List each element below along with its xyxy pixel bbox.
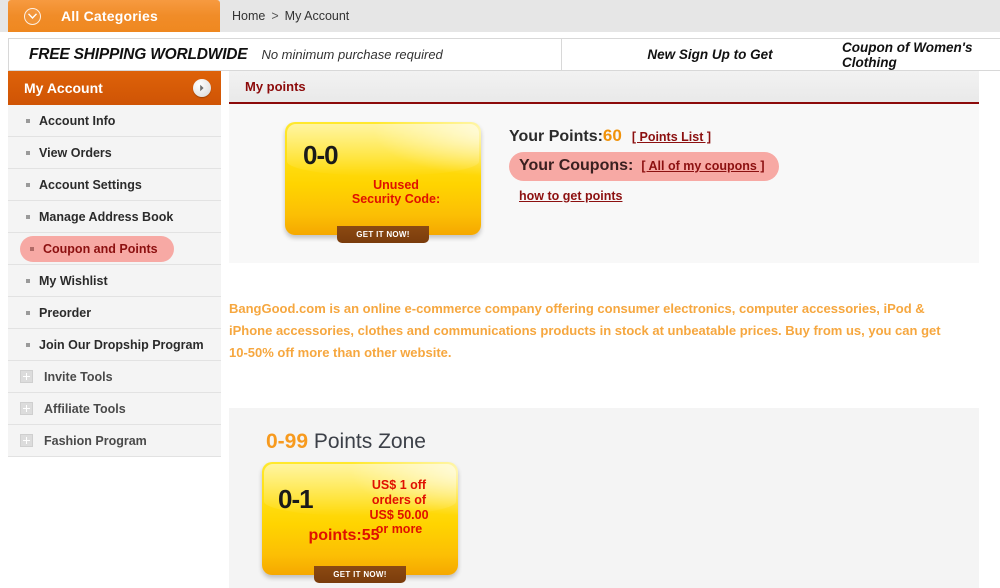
plus-expand-icon[interactable] — [20, 370, 33, 383]
sidebar-item-label: Account Settings — [39, 177, 142, 192]
breadcrumb-current: My Account — [284, 9, 350, 23]
sidebar-item-label: View Orders — [39, 145, 112, 160]
sidebar-item-preorder[interactable]: Preorder — [8, 297, 221, 329]
page-title: My points — [229, 71, 979, 104]
how-to-get-points-link[interactable]: how to get points — [519, 189, 622, 203]
bullet-icon — [26, 118, 30, 123]
bullet-icon — [26, 150, 30, 155]
sidebar-item-label: Preorder — [39, 305, 92, 320]
coupon-code: 0-0 — [303, 140, 339, 170]
promo-paragraph: BangGood.com is an online e-commerce com… — [229, 301, 941, 360]
promo-signup-text: New Sign Up to Get — [647, 47, 773, 62]
bullet-icon — [26, 278, 30, 283]
arrow-right-circle-icon — [193, 79, 211, 97]
all-categories-button[interactable]: All Categories — [8, 0, 220, 32]
main-content: My points 0-0 Unused Security Code: GET I… — [229, 71, 979, 263]
chevron-down-circle-icon — [24, 7, 41, 25]
sidebar-item-label: My Wishlist — [39, 273, 108, 288]
sidebar-item-invite-tools[interactable]: Invite Tools — [8, 361, 221, 393]
points-zone-suffix: Points Zone — [308, 430, 426, 453]
your-points-label: Your Points: — [509, 128, 603, 145]
my-points-panel: 0-0 Unused Security Code: GET IT NOW! You… — [229, 104, 979, 263]
sidebar-item-account-settings[interactable]: Account Settings — [8, 169, 221, 201]
points-zone-coupon-card[interactable]: 0-1 US$ 1 off orders of US$ 50.00 or more p… — [262, 462, 458, 583]
coupon-points-required: points:55 — [308, 527, 380, 544]
sidebar-item-coupon-and-points[interactable]: Coupon and Points — [8, 233, 221, 265]
sidebar-item-label: Invite Tools — [44, 369, 113, 384]
coupon-code: 0-1 — [278, 484, 314, 514]
promo-subtext: No minimum purchase required — [261, 47, 443, 62]
coupon-description: Unused Security Code: — [351, 177, 441, 207]
unused-coupon-card[interactable]: 0-0 Unused Security Code: GET IT NOW! — [285, 122, 481, 243]
bullet-icon — [26, 182, 30, 187]
sidebar-header-label: My Account — [24, 80, 103, 96]
your-coupons-row: Your Coupons: [ All of my coupons ] — [509, 152, 779, 181]
sidebar-item-affiliate-tools[interactable]: Affiliate Tools — [8, 393, 221, 425]
top-bar: All Categories Home > My Account — [0, 0, 1000, 32]
points-zone-title: 0-99 Points Zone — [266, 430, 426, 454]
all-my-coupons-link[interactable]: [ All of my coupons ] — [641, 159, 764, 173]
sidebar-item-view-orders[interactable]: View Orders — [8, 137, 221, 169]
bullet-icon — [26, 342, 30, 347]
points-zone-panel: 0-99 Points Zone 0-1 US$ 1 off orders of U… — [229, 408, 979, 588]
sidebar-item-account-info[interactable]: Account Info — [8, 105, 221, 137]
bullet-icon — [26, 214, 30, 219]
points-list-link[interactable]: [ Points List ] — [632, 130, 711, 144]
breadcrumb-home-link[interactable]: Home — [232, 9, 265, 23]
sidebar-item-label: Coupon and Points — [43, 242, 158, 256]
sidebar-item-label: Affiliate Tools — [44, 401, 126, 416]
points-info: Your Points: 60 [ Points List ] Your Cou… — [509, 126, 929, 205]
get-it-now-button[interactable]: GET IT NOW! — [337, 226, 429, 243]
sidebar-header[interactable]: My Account — [8, 71, 221, 105]
get-it-now-button[interactable]: GET IT NOW! — [314, 566, 406, 583]
plus-expand-icon[interactable] — [20, 434, 33, 447]
bullet-icon — [30, 247, 34, 251]
your-coupons-label: Your Coupons: — [519, 157, 634, 174]
all-categories-label: All Categories — [61, 8, 158, 24]
sidebar-item-label: Account Info — [39, 113, 116, 128]
points-zone-range: 0-99 — [266, 430, 309, 453]
sidebar-active-pill: Coupon and Points — [20, 236, 174, 262]
breadcrumb: Home > My Account — [232, 0, 349, 32]
sidebar-item-label: Manage Address Book — [39, 209, 174, 224]
promo-headline: FREE SHIPPING WORLDWIDE — [29, 45, 248, 63]
your-points-value: 60 — [602, 126, 622, 145]
sidebar: My Account Account Info View Orders Acco… — [8, 71, 221, 457]
sidebar-item-label: Join Our Dropship Program — [39, 337, 204, 352]
promo-coupon-text: Coupon of Women's Clothing — [842, 39, 973, 70]
promo-banner-right: New Sign Up to Get Coupon of Women's Clo… — [562, 39, 1000, 70]
sidebar-item-fashion-program[interactable]: Fashion Program — [8, 425, 221, 457]
plus-expand-icon[interactable] — [20, 402, 33, 415]
sidebar-item-label: Fashion Program — [44, 433, 147, 448]
promo-banner-left: FREE SHIPPING WORLDWIDE No minimum purch… — [9, 39, 561, 70]
sidebar-item-join-our-dropship-program[interactable]: Join Our Dropship Program — [8, 329, 221, 361]
sidebar-item-manage-address-book[interactable]: Manage Address Book — [8, 201, 221, 233]
bullet-icon — [26, 310, 30, 315]
breadcrumb-separator: > — [271, 9, 279, 23]
promo-banner: FREE SHIPPING WORLDWIDE No minimum purch… — [8, 38, 1000, 71]
your-points-row: Your Points: 60 [ Points List ] — [509, 126, 929, 148]
how-to-get-points-row: how to get points — [519, 187, 929, 205]
sidebar-item-my-wishlist[interactable]: My Wishlist — [8, 265, 221, 297]
